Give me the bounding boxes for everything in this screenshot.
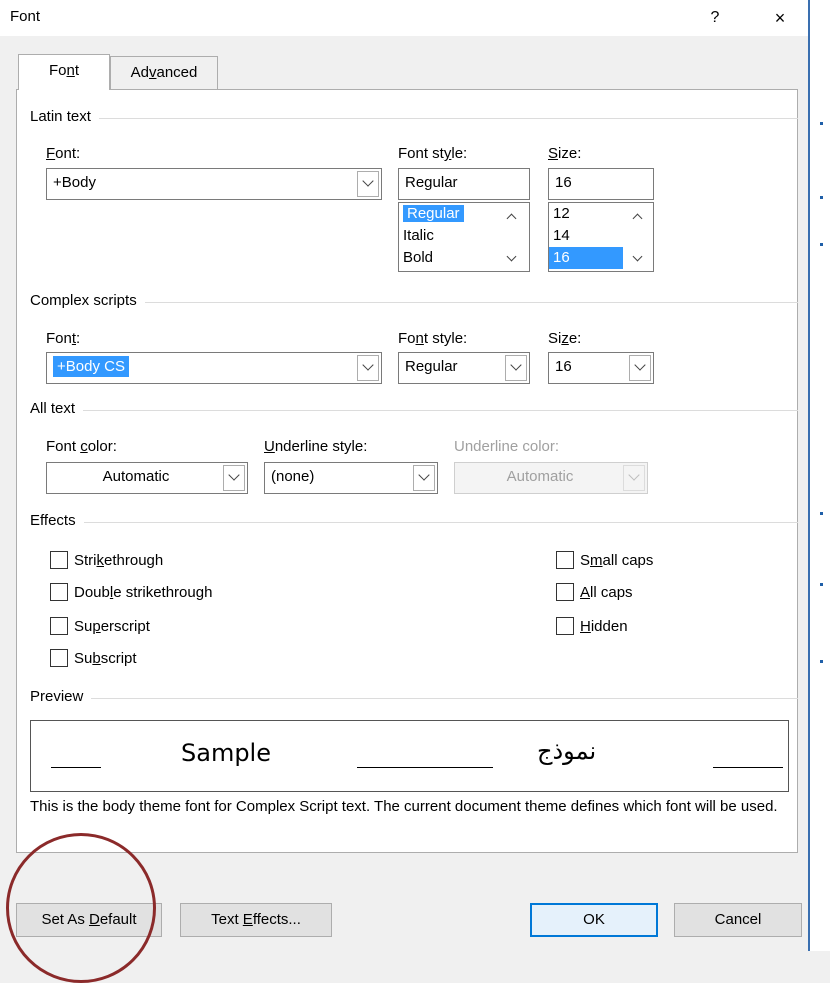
list-item[interactable]: 16 xyxy=(549,247,623,269)
group-latin-text: Latin text xyxy=(30,108,798,128)
font-color-label: Font color: xyxy=(46,438,117,455)
latin-font-label: Font: xyxy=(46,145,81,162)
background-document xyxy=(808,0,830,951)
hidden-checkbox[interactable]: Hidden xyxy=(556,614,628,638)
latin-style-input[interactable]: Regular xyxy=(398,168,530,200)
chevron-down-icon[interactable] xyxy=(413,465,435,491)
preview-box: Sample نموذج xyxy=(30,720,789,792)
set-as-default-button[interactable]: Set As Default xyxy=(16,903,162,937)
checkbox-box[interactable] xyxy=(556,583,574,601)
list-item[interactable]: Italic xyxy=(399,225,529,247)
preview-underline xyxy=(51,767,101,768)
close-button[interactable]: × xyxy=(762,4,798,32)
preview-underline xyxy=(713,767,783,768)
chevron-down-icon[interactable] xyxy=(505,355,527,381)
group-preview: Preview xyxy=(30,688,798,708)
latin-style-list[interactable]: Regular Italic Bold xyxy=(398,202,530,272)
chevron-down-icon[interactable] xyxy=(629,355,651,381)
chevron-down-icon xyxy=(623,465,645,491)
tab-font[interactable]: Font xyxy=(18,54,110,90)
ok-button[interactable]: OK xyxy=(530,903,658,937)
complex-size-label: Size: xyxy=(548,330,582,347)
window-title: Font xyxy=(10,8,41,25)
chevron-down-icon[interactable] xyxy=(223,465,245,491)
subscript-checkbox[interactable]: Su b script xyxy=(50,646,137,670)
complex-heading: Complex scripts xyxy=(30,292,145,309)
font-color-dropdown[interactable]: Automatic xyxy=(46,462,248,494)
help-button[interactable]: ? xyxy=(700,4,730,32)
group-effects: Effects xyxy=(30,512,798,532)
underline-style-label: Underline style: xyxy=(264,438,368,455)
list-item[interactable]: 14 xyxy=(549,225,653,247)
checkbox-box[interactable] xyxy=(556,551,574,569)
complex-size-dropdown[interactable]: 16 xyxy=(548,352,654,384)
underline-style-dropdown[interactable]: (none) xyxy=(264,462,438,494)
all-text-heading: All text xyxy=(30,400,84,417)
preview-arabic-text: نموذج xyxy=(537,737,597,765)
small-caps-checkbox[interactable]: Sm all caps xyxy=(556,548,653,572)
cancel-button[interactable]: Cancel xyxy=(674,903,802,937)
preview-heading: Preview xyxy=(30,688,92,705)
underline-color-dropdown: Automatic xyxy=(454,462,648,494)
preview-description: This is the body theme font for Complex … xyxy=(30,798,778,815)
scroll-down-icon[interactable] xyxy=(503,251,521,269)
complex-style-dropdown[interactable]: Regular xyxy=(398,352,530,384)
double-strikethrough-checkbox[interactable]: Doub l e strikethrough xyxy=(50,580,212,604)
checkbox-box[interactable] xyxy=(50,551,68,569)
preview-sample-text: Sample xyxy=(181,739,271,767)
latin-heading: Latin text xyxy=(30,108,99,125)
list-item[interactable]: Regular xyxy=(399,203,499,225)
underline-color-label: Underline color: xyxy=(454,438,560,455)
scroll-up-icon[interactable] xyxy=(503,207,521,225)
latin-style-label: Font style: xyxy=(398,145,468,162)
checkbox-box[interactable] xyxy=(556,617,574,635)
group-all-text: All text xyxy=(30,400,798,420)
strikethrough-checkbox[interactable]: Stri k ethrough xyxy=(50,548,163,572)
complex-font-dropdown[interactable]: +Body CS xyxy=(46,352,382,384)
checkbox-box[interactable] xyxy=(50,617,68,635)
scroll-up-icon[interactable] xyxy=(629,207,647,225)
group-complex-scripts: Complex scripts xyxy=(30,292,798,312)
chevron-down-icon[interactable] xyxy=(357,171,379,197)
scroll-down-icon[interactable] xyxy=(629,251,647,269)
preview-underline xyxy=(357,767,493,768)
tab-advanced[interactable]: Advanced xyxy=(110,56,218,90)
title-bar xyxy=(0,0,808,36)
checkbox-box[interactable] xyxy=(50,649,68,667)
all-caps-checkbox[interactable]: All caps xyxy=(556,580,633,604)
text-effects-button[interactable]: Text Effects... xyxy=(180,903,332,937)
latin-size-label: Size: xyxy=(548,145,582,162)
latin-font-dropdown[interactable]: +Body xyxy=(46,168,382,200)
latin-size-list[interactable]: 12 14 16 xyxy=(548,202,654,272)
checkbox-box[interactable] xyxy=(50,583,68,601)
superscript-checkbox[interactable]: Su p erscript xyxy=(50,614,150,638)
effects-heading: Effects xyxy=(30,512,84,529)
complex-style-label: Font style: xyxy=(398,330,468,347)
chevron-down-icon[interactable] xyxy=(357,355,379,381)
complex-font-label: Font: xyxy=(46,330,81,347)
latin-size-input[interactable]: 16 xyxy=(548,168,654,200)
